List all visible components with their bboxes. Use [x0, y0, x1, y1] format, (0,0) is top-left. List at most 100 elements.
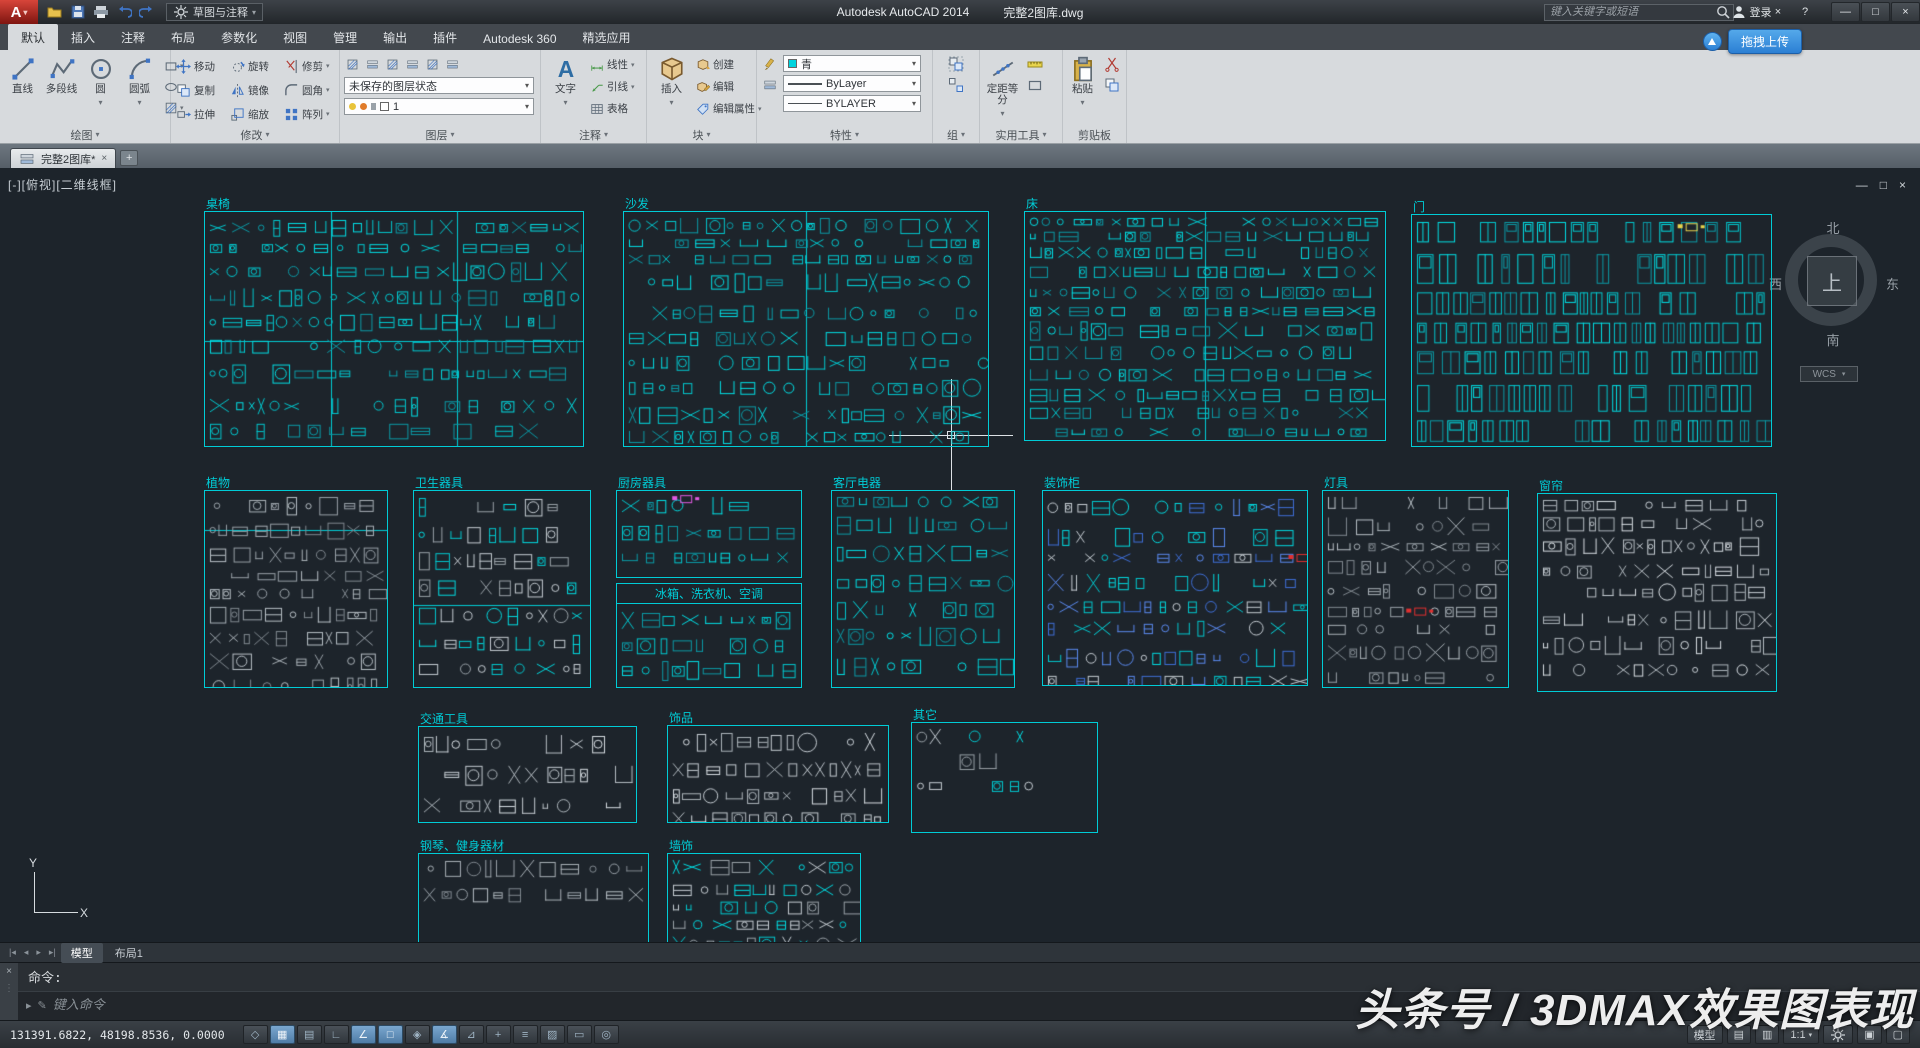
stretch-tool-button[interactable]: 拉伸 [175, 102, 225, 126]
trim-tool-button[interactable]: 修剪▾ [283, 54, 333, 78]
panel-label-modify[interactable]: 修改▾ [171, 126, 339, 143]
viewcube-top-face[interactable]: 上 [1807, 256, 1857, 306]
createblock-tool-button[interactable]: 创建 [696, 55, 762, 74]
file-tab-active[interactable]: 完整2图库* × [10, 148, 116, 168]
first-tab-icon[interactable]: |◂ [6, 947, 19, 958]
measure-button[interactable] [1025, 55, 1045, 73]
save-button[interactable] [67, 2, 89, 22]
panel-label-annotation[interactable]: 注释▾ [541, 126, 646, 143]
minimize-button[interactable]: — [1831, 2, 1860, 22]
copy-clip-button[interactable] [1102, 76, 1122, 94]
toggle-object-snap-tracking[interactable]: ∡ [432, 1025, 457, 1044]
layer-tool-icon-3[interactable] [384, 55, 401, 73]
viewcube-south[interactable]: 南 [1773, 330, 1893, 349]
view-cube[interactable]: 北 上 西 东 南 [1773, 218, 1893, 350]
layer-tool-icon-5[interactable] [424, 55, 441, 73]
layer-tool-icon-6[interactable] [444, 55, 461, 73]
viewcube-east[interactable]: 东 [1886, 274, 1899, 293]
panel-label-groups[interactable]: 组▾ [933, 126, 979, 143]
ribbon-tab-管理[interactable]: 管理 [320, 24, 370, 50]
toggle-ortho-mode[interactable]: ∟ [324, 1025, 349, 1044]
ribbon-tab-精选应用[interactable]: 精选应用 [570, 24, 644, 50]
ribbon-tab-输出[interactable]: 输出 [370, 24, 420, 50]
toggle-selection-cycling[interactable]: ◎ [594, 1025, 619, 1044]
app-menu-button[interactable]: A ▾ [0, 0, 38, 24]
paste-button[interactable]: 粘贴 ▾ [1067, 53, 1098, 125]
close-tab-icon[interactable]: × [101, 153, 107, 164]
insert-block-button[interactable]: 插入▾ [651, 53, 692, 125]
prev-tab-icon[interactable]: ◂ [21, 947, 32, 958]
object-color-dropdown[interactable]: 青 ▾ [783, 55, 921, 72]
minimize-drawing-icon[interactable]: — [1856, 178, 1868, 192]
workspace-switcher[interactable]: 草图与注释 ▾ [166, 3, 263, 21]
layer-state-dropdown[interactable]: 未保存的图层状态 ▾ [344, 77, 534, 94]
toggle-quick-properties[interactable]: ▭ [567, 1025, 592, 1044]
undo-button[interactable] [113, 2, 135, 22]
move-tool-button[interactable]: 移动 [175, 54, 225, 78]
layer-tool-icon-4[interactable] [404, 55, 421, 73]
panel-label-utilities[interactable]: 实用工具▾ [980, 126, 1062, 143]
leader-tool-button[interactable]: 引线▾ [590, 77, 635, 96]
ribbon-tab-插件[interactable]: 插件 [420, 24, 470, 50]
ribbon-tab-插入[interactable]: 插入 [58, 24, 108, 50]
ribbon-tab-视图[interactable]: 视图 [270, 24, 320, 50]
layer-tool-icon-1[interactable] [344, 55, 361, 73]
dim-tool-button[interactable]: 线性▾ [590, 55, 635, 74]
layer-dropdown[interactable]: 1 ▾ [344, 98, 534, 115]
drawing-viewport[interactable]: [-][俯视][二维线框] — □ × 北 上 西 东 南 WCS ▾ Y X [0, 168, 1920, 942]
upload-icon[interactable] [1703, 32, 1722, 51]
quick-select-button[interactable] [1025, 76, 1045, 94]
linetype-dropdown[interactable]: BYLAYER ▾ [783, 95, 921, 112]
restore-button[interactable]: □ [1861, 2, 1890, 22]
close-button[interactable]: × [1891, 2, 1920, 22]
search-input[interactable] [1545, 5, 1713, 20]
table-tool-button[interactable]: 表格 [590, 99, 635, 118]
toggle-transparency[interactable]: ▨ [540, 1025, 565, 1044]
attr-tool-button[interactable]: 编辑属性▾ [696, 99, 762, 118]
toggle-snap-mode[interactable]: ▦ [270, 1025, 295, 1044]
sign-in-button[interactable]: 登录 [1741, 2, 1761, 22]
properties-dialog-button[interactable] [761, 76, 779, 94]
help-search-box[interactable] [1544, 4, 1734, 21]
line-tool-button[interactable]: 直线 [4, 53, 41, 125]
match-properties-button[interactable] [761, 55, 779, 73]
copy-tool-button[interactable]: 复制 [175, 78, 225, 102]
toggle-3d-object-snap[interactable]: ◈ [405, 1025, 430, 1044]
ribbon-tab-参数化[interactable]: 参数化 [208, 24, 270, 50]
toggle-polar-tracking[interactable]: ∠ [351, 1025, 376, 1044]
toggle-object-snap[interactable]: □ [378, 1025, 403, 1044]
next-tab-icon[interactable]: ▸ [33, 947, 44, 958]
wcs-dropdown[interactable]: WCS ▾ [1800, 366, 1858, 382]
toggle-dynamic-input[interactable]: + [486, 1025, 511, 1044]
viewport-controls-label[interactable]: [-][俯视][二维线框] [8, 176, 117, 193]
drag-upload-button[interactable]: 拖拽上传 [1728, 29, 1802, 54]
scale-tool-button[interactable]: 缩放 [229, 102, 279, 126]
ribbon-tab-默认[interactable]: 默认 [8, 24, 58, 50]
help-icon[interactable]: ? [1795, 2, 1815, 22]
exchange-apps-icon[interactable]: × [1768, 2, 1788, 22]
close-command-icon[interactable]: × [6, 966, 12, 977]
layer-tool-icon-2[interactable] [364, 55, 381, 73]
command-window-grip[interactable]: × ⋮ [0, 963, 18, 1020]
layout-tab-布局1[interactable]: 布局1 [105, 943, 153, 963]
rotate-tool-button[interactable]: 旋转 [229, 54, 279, 78]
new-tab-button[interactable]: + [120, 150, 138, 166]
array-tool-button[interactable]: 阵列▾ [283, 102, 333, 126]
ungroup-button[interactable] [946, 76, 966, 94]
toggle-lineweight[interactable]: ≡ [513, 1025, 538, 1044]
circle-tool-button[interactable]: 圆▾ [82, 53, 119, 125]
editblock-tool-button[interactable]: 编辑 [696, 77, 762, 96]
ribbon-tab-Autodesk 360[interactable]: Autodesk 360 [470, 27, 569, 50]
cut-button[interactable] [1102, 55, 1122, 73]
group-button[interactable] [946, 55, 966, 73]
layout-tab-模型[interactable]: 模型 [61, 943, 103, 963]
text-tool-button[interactable]: A文字▾ [545, 53, 586, 125]
last-tab-icon[interactable]: ▸| [46, 947, 59, 958]
redo-button[interactable] [136, 2, 158, 22]
ribbon-tab-布局[interactable]: 布局 [158, 24, 208, 50]
restore-drawing-icon[interactable]: □ [1880, 178, 1887, 192]
pline-tool-button[interactable]: 多段线 [43, 53, 80, 125]
panel-label-block[interactable]: 块▾ [647, 126, 756, 143]
panel-label-clipboard[interactable]: 剪贴板 [1063, 126, 1126, 143]
close-drawing-icon[interactable]: × [1899, 178, 1906, 192]
